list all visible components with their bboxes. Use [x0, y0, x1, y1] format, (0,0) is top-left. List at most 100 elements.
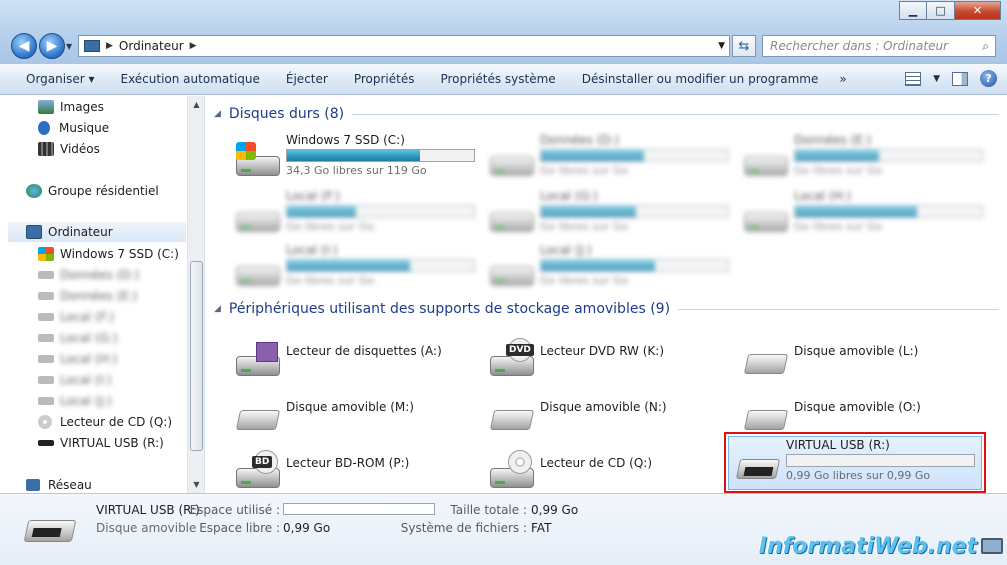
hard-drive-tile[interactable]: Local (F:) Go libres sur Go — [220, 188, 475, 244]
drive-usage-bar — [540, 149, 729, 162]
sidebar-item-drive-c[interactable]: Windows 7 SSD (C:) — [38, 244, 179, 264]
collapse-icon[interactable]: ◢ — [214, 109, 221, 119]
hard-drive-tile[interactable]: Windows 7 SSD (C:) 34,3 Go libres sur 119… — [220, 132, 475, 188]
hard-drive-tile[interactable]: Données (D:) Go libres sur Go — [474, 132, 729, 188]
removable-group-header[interactable]: ◢ Périphériques utilisant des supports d… — [214, 301, 999, 317]
divider — [678, 308, 999, 310]
sidebar-item-label: Windows 7 SSD (C:) — [60, 247, 179, 261]
back-button[interactable]: ◀ — [11, 33, 37, 59]
sidebar-item-drive-j[interactable]: Local (J:) — [38, 391, 112, 411]
drive-icon — [38, 271, 54, 279]
removable-drive-tile[interactable]: Lecteur de CD (Q:) — [474, 444, 722, 493]
drive-name: Local (H:) — [794, 189, 852, 203]
more-commands-button[interactable]: » — [831, 72, 854, 86]
sidebar-item-label: Images — [60, 100, 104, 114]
drive-name: Local (I:) — [286, 243, 338, 257]
navigation-scrollbar[interactable]: ▲ ▼ — [187, 96, 204, 493]
sidebar-item-homegroup[interactable]: Groupe résidentiel — [26, 181, 159, 201]
close-button[interactable]: ✕ — [955, 1, 1001, 20]
scrollbar-thumb[interactable] — [190, 261, 203, 451]
breadcrumb-arrow-icon[interactable]: ▶ — [106, 41, 113, 51]
details-free-label: Espace libre : — [199, 521, 280, 535]
hard-drive-tile[interactable]: Local (I:) Go libres sur Go — [220, 242, 475, 298]
sidebar-item-virtual-usb[interactable]: VIRTUAL USB (R:) — [38, 433, 164, 453]
drive-free-space: Go libres sur Go — [794, 164, 883, 177]
music-icon — [38, 121, 50, 135]
hard-drives-group-header[interactable]: ◢ Disques durs (8) — [214, 106, 999, 122]
sidebar-item-videos[interactable]: Vidéos — [38, 139, 100, 159]
details-filesystem-label: Système de fichiers : — [400, 521, 527, 535]
removable-drive-tile[interactable]: Disque amovible (N:) — [474, 388, 722, 444]
change-view-icon[interactable] — [905, 71, 922, 86]
drive-name: Windows 7 SSD (C:) — [286, 133, 405, 147]
sidebar-item-network[interactable]: Réseau — [26, 475, 92, 493]
system-properties-button[interactable]: Propriétés système — [427, 72, 568, 86]
hard-drive-tile[interactable]: Local (H:) Go libres sur Go — [728, 188, 983, 244]
removable-drive-tile[interactable]: Disque amovible (L:) — [728, 332, 976, 388]
hard-drive-tile[interactable]: Local (G:) Go libres sur Go — [474, 188, 729, 244]
preview-pane-icon[interactable] — [952, 71, 968, 86]
sidebar-item-label: Local (H:) — [60, 352, 118, 366]
search-input[interactable]: Rechercher dans : Ordinateur ⌕ — [762, 35, 996, 57]
maximize-button[interactable]: □ — [927, 1, 955, 20]
scroll-up-icon[interactable]: ▲ — [188, 96, 204, 113]
refresh-button[interactable]: ⇆ — [732, 35, 756, 57]
address-bar[interactable]: ▶ Ordinateur ▶ ▼ — [78, 35, 730, 57]
sidebar-item-drive-h[interactable]: Local (H:) — [38, 349, 117, 369]
sidebar-item-drive-g[interactable]: Local (G:) — [38, 328, 118, 348]
view-dropdown-icon[interactable]: ▼ — [933, 74, 940, 84]
removable-drive-tile[interactable]: BD Lecteur BD-ROM (P:) — [220, 444, 468, 493]
back-arrow-icon: ◀ — [18, 38, 30, 54]
breadcrumb-arrow-icon[interactable]: ▶ — [190, 41, 197, 51]
drive-name: Lecteur BD-ROM (P:) — [286, 456, 410, 470]
autoplay-button[interactable]: Exécution automatique — [107, 72, 272, 86]
hard-drive-icon — [234, 198, 282, 236]
sidebar-item-drive-i[interactable]: Local (I:) — [38, 370, 112, 390]
sidebar-item-cd-drive[interactable]: Lecteur de CD (Q:) — [38, 412, 172, 432]
drive-name: Local (G:) — [540, 189, 598, 203]
organize-button[interactable]: Organiser ▾ — [0, 72, 107, 86]
minimize-button[interactable]: ▁ — [899, 1, 927, 20]
drive-free-space: Go libres sur Go — [540, 274, 629, 287]
hard-drive-icon — [488, 252, 536, 290]
removable-drive-tile[interactable]: DVD Lecteur DVD RW (K:) — [474, 332, 722, 388]
virtual-usb-drive[interactable]: VIRTUAL USB (R:) 0,99 Go libres sur 0,99… — [720, 437, 975, 493]
scroll-down-icon[interactable]: ▼ — [188, 476, 204, 493]
drive-free-space: Go libres sur Go — [540, 164, 629, 177]
breadcrumb-computer[interactable]: Ordinateur — [119, 39, 184, 53]
hard-drive-icon — [488, 142, 536, 180]
properties-button[interactable]: Propriétés — [341, 72, 428, 86]
collapse-icon[interactable]: ◢ — [214, 304, 221, 314]
sidebar-item-drive-f[interactable]: Local (F:) — [38, 307, 114, 327]
sidebar-item-drive-d[interactable]: Données (D:) — [38, 265, 139, 285]
recent-pages-dropdown-icon[interactable]: ▼ — [66, 42, 72, 51]
sidebar-item-images[interactable]: Images — [38, 97, 104, 117]
help-icon[interactable]: ? — [980, 70, 997, 87]
forward-button[interactable]: ▶ — [39, 33, 65, 59]
floppy-drive-icon — [234, 342, 282, 380]
removable-drive-tile[interactable]: Lecteur de disquettes (A:) — [220, 332, 468, 388]
details-used-label: Espace utilisé : — [189, 503, 280, 517]
hard-drive-tile[interactable]: Données (E:) Go libres sur Go — [728, 132, 983, 188]
address-dropdown-icon[interactable]: ▼ — [718, 41, 725, 51]
sidebar-item-computer[interactable]: Ordinateur — [8, 222, 186, 242]
watermark-logo: InformatiWeb.net — [758, 534, 977, 559]
drive-usage-bar — [540, 205, 729, 218]
sidebar-item-label: Local (J:) — [60, 394, 112, 408]
window-controls: ▁ □ ✕ — [899, 1, 1001, 20]
drive-usage-bar — [286, 149, 475, 162]
sidebar-item-label: Réseau — [48, 478, 92, 492]
drive-name: Disque amovible (M:) — [286, 400, 414, 414]
removable-drive-tile[interactable]: Disque amovible (M:) — [220, 388, 468, 444]
eject-button[interactable]: Éjecter — [273, 72, 341, 86]
removable-disk-icon — [742, 398, 790, 436]
hard-drive-icon — [742, 198, 790, 236]
uninstall-program-button[interactable]: Désinstaller ou modifier un programme — [569, 72, 832, 86]
homegroup-icon — [26, 184, 42, 198]
sidebar-item-music[interactable]: Musique — [38, 118, 109, 138]
hard-drive-tile[interactable]: Local (J:) Go libres sur Go — [474, 242, 729, 298]
usb-drive-large-icon — [23, 514, 78, 548]
search-icon[interactable]: ⌕ — [982, 39, 989, 54]
computer-icon — [84, 40, 100, 52]
sidebar-item-drive-e[interactable]: Données (E:) — [38, 286, 138, 306]
